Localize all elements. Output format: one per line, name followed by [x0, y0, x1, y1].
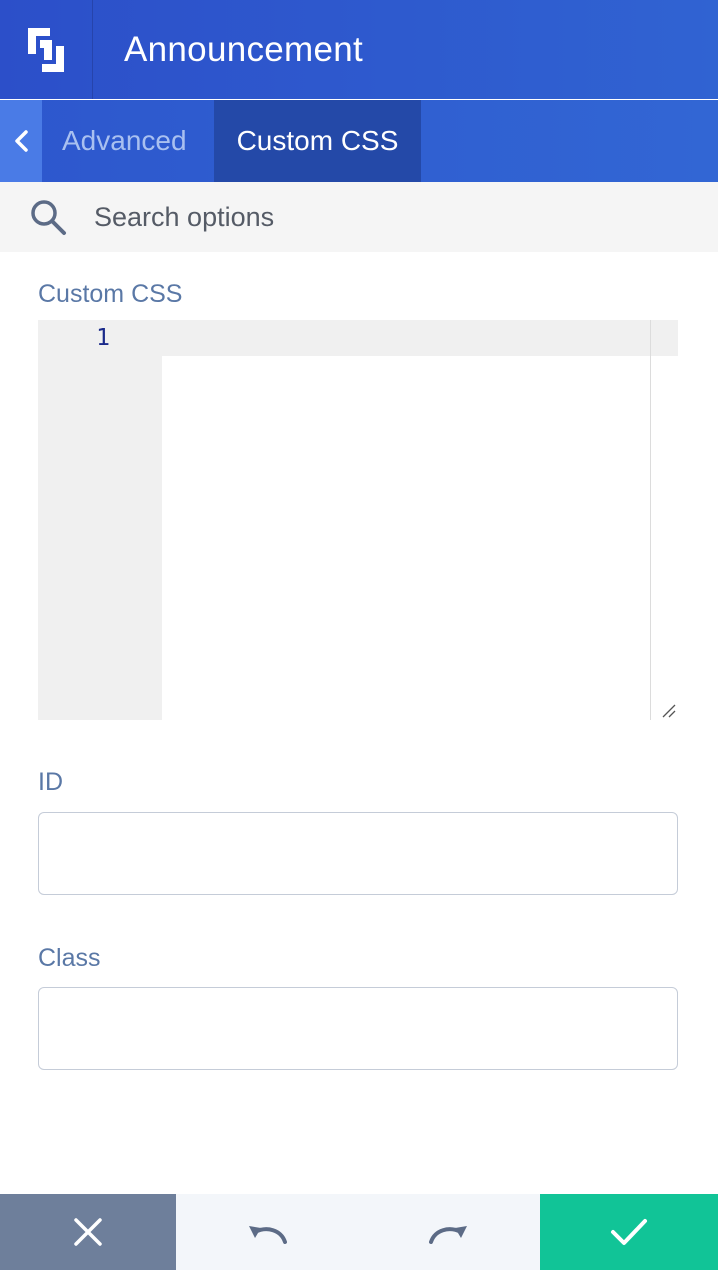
undo-button[interactable] [176, 1194, 358, 1270]
chevron-left-icon [15, 130, 28, 152]
search-bar [0, 182, 718, 252]
class-label: Class [38, 944, 101, 972]
search-input[interactable] [94, 192, 694, 242]
back-button[interactable] [0, 100, 42, 182]
resize-handle-icon[interactable] [660, 702, 676, 718]
page-title: Announcement [124, 30, 364, 69]
editor-scrollbar[interactable] [650, 320, 678, 720]
id-label: ID [38, 768, 63, 796]
scrollbar-top [651, 320, 678, 356]
class-input[interactable] [38, 987, 678, 1070]
custom-css-label: Custom CSS [38, 280, 183, 308]
line-number-gutter: 1 [38, 320, 162, 720]
header-bar: Announcement [0, 0, 718, 99]
id-input[interactable] [38, 812, 678, 895]
checkmark-icon [611, 1219, 647, 1245]
redo-button[interactable] [358, 1194, 540, 1270]
active-line-highlight [162, 320, 650, 356]
undo-icon [249, 1226, 287, 1244]
brand-logo-icon[interactable] [0, 0, 93, 99]
search-icon [31, 200, 66, 235]
redo-icon [429, 1226, 467, 1244]
tab-advanced[interactable]: Advanced [42, 100, 207, 182]
custom-css-editor[interactable]: 1 [38, 320, 678, 720]
close-icon [74, 1218, 102, 1246]
footer-toolbar [0, 1194, 718, 1270]
tab-bar: Advanced Custom CSS [0, 100, 718, 182]
tab-custom-css[interactable]: Custom CSS [214, 100, 421, 182]
line-number: 1 [96, 325, 110, 351]
cancel-button[interactable] [0, 1194, 176, 1270]
save-button[interactable] [540, 1194, 718, 1270]
